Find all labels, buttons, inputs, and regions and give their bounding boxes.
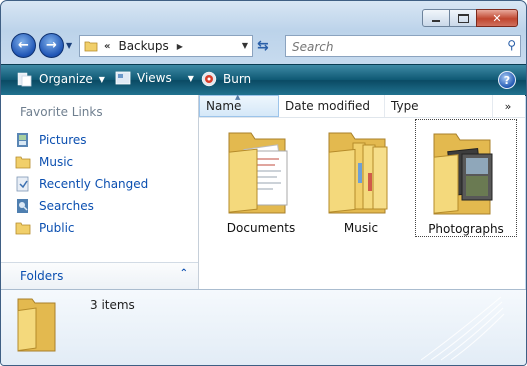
organize-icon [17,72,32,87]
minimize-button[interactable] [422,9,450,27]
column-headers: ▲ Name Date modified Type » [199,93,525,118]
folder-icon [15,222,31,235]
forward-arrow-icon: → [46,38,57,53]
folders-toggle[interactable]: Folders ⌃ [1,262,198,289]
more-columns-icon: » [504,99,512,113]
organize-dropdown-icon: ▼ [98,74,105,84]
details-pane: 3 items [1,289,526,365]
favorite-link-public[interactable]: Public [15,217,148,239]
search-icon[interactable]: ⚲ [507,38,516,52]
folder-item-music[interactable]: Music [311,119,411,235]
favorite-link-pictures[interactable]: Pictures [15,129,148,151]
column-header-type[interactable]: Type [385,95,493,117]
favorite-link-searches[interactable]: Searches [15,195,148,217]
maximize-icon [457,13,469,23]
favorite-link-music[interactable]: Music [15,151,148,173]
views-button[interactable]: Views ▼ [115,71,194,85]
more-columns-button[interactable]: » [493,95,523,117]
favorite-link-label: Music [39,155,74,169]
column-type-label: Type [391,99,419,113]
breadcrumb-chevron-icon[interactable]: ▶ [177,42,183,51]
chevron-up-icon: ⌃ [179,268,188,279]
sort-ascending-icon: ▲ [235,93,241,101]
forward-button[interactable]: → [39,33,64,58]
pictures-icon [17,133,28,147]
navigation-pane: Favorite Links Pictures Music Recently C… [1,95,199,289]
folders-label: Folders [20,269,64,283]
favorite-link-label: Pictures [39,133,87,147]
search-box: ⚲ [285,35,521,57]
item-count: 3 items [90,298,135,312]
minimize-icon [432,20,440,22]
column-date-label: Date modified [285,99,371,113]
navigation-row: ← → ▼ « Backups ▶ ▼ ⇆ ⚲ [1,32,526,60]
folder-item-photographs[interactable]: Photographs [415,119,517,237]
folder-icon [15,156,31,169]
help-icon: ? [503,73,511,87]
column-name-label: Name [206,99,242,113]
breadcrumb-backups[interactable]: Backups [118,39,168,53]
recent-pages-dropdown-icon[interactable]: ▼ [66,41,72,50]
organize-label: Organize [39,72,93,86]
favorite-link-label: Searches [39,199,94,213]
favorite-links-heading: Favorite Links [20,105,103,119]
close-icon: ✕ [492,11,502,25]
command-bar: Organize ▼ Views ▼ Burn ? [1,64,526,96]
burn-disc-icon [201,71,217,87]
documents-folder-icon [228,132,288,214]
organize-button[interactable]: Organize ▼ [17,71,105,87]
refresh-icon[interactable]: ⇆ [257,38,275,54]
folder-item-label: Photographs [428,222,504,236]
favorite-link-label: Recently Changed [39,177,149,191]
decorative-swoosh-icon [420,296,505,361]
views-icon [115,71,131,85]
maximize-button[interactable] [449,9,477,27]
explorer-window: ✕ ← → ▼ « Backups ▶ ▼ ⇆ ⚲ Organize ▼ [0,0,527,366]
burn-button[interactable]: Burn [201,71,251,87]
search-input[interactable] [290,38,494,55]
column-header-name[interactable]: ▲ Name [199,93,279,117]
folder-large-icon [17,298,56,352]
help-button[interactable]: ? [498,71,516,89]
column-header-date-modified[interactable]: Date modified [279,95,385,117]
views-label: Views [137,71,172,85]
folder-item-label: Music [343,221,379,235]
address-dropdown-icon[interactable]: ▼ [242,41,248,50]
close-button[interactable]: ✕ [476,9,518,27]
favorite-links-list: Pictures Music Recently Changed Searches [15,129,148,239]
back-arrow-icon: ← [18,38,29,53]
searches-icon [17,199,28,213]
favorite-link-recently-changed[interactable]: Recently Changed [15,173,148,195]
photographs-folder-icon [433,133,493,215]
back-button[interactable]: ← [11,33,36,58]
address-bar[interactable]: « Backups ▶ ▼ [79,35,253,57]
caption-buttons: ✕ [422,9,518,27]
address-overflow[interactable]: « [104,41,110,52]
folder-item-label: Documents [226,221,296,235]
folder-icon [84,41,98,52]
favorite-link-label: Public [39,221,75,235]
music-folder-icon [328,132,388,214]
recently-changed-icon [16,176,29,192]
file-list-pane: ▲ Name Date modified Type » Documents Mu… [199,93,525,289]
burn-label: Burn [223,72,252,86]
views-dropdown-icon: ▼ [187,73,194,83]
folder-item-documents[interactable]: Documents [211,119,311,235]
